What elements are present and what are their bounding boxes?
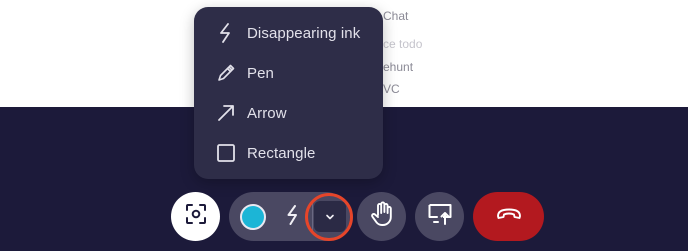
drawing-tool-group [229,192,350,241]
background-text-todo: ce todo [383,37,423,51]
pen-icon [216,63,236,83]
share-screen-button[interactable] [415,192,464,241]
menu-item-label: Rectangle [247,144,316,162]
menu-item-label: Disappearing ink [247,24,361,42]
background-text-chat: Chat [383,9,409,23]
focus-frame-icon [185,203,207,230]
phone-hangup-icon [496,207,522,226]
screen-share-icon [427,202,453,231]
background-text-hunt: ehunt [383,60,414,74]
hand-icon [370,201,394,232]
raise-hand-button[interactable] [357,192,406,241]
color-picker-button[interactable] [240,204,266,230]
menu-item-label: Arrow [247,104,287,122]
arrow-icon [216,103,236,123]
rectangle-icon [216,143,236,163]
menu-item-rectangle[interactable]: Rectangle [194,133,383,173]
chevron-down-icon [325,208,335,226]
background-text-vc: VC [383,82,400,96]
menu-item-label: Pen [247,64,274,82]
menu-item-pen[interactable]: Pen [194,53,383,93]
stage: Chat ce todo ehunt VC Disappearing ink P… [0,0,688,251]
drawing-tool-button[interactable] [280,204,306,230]
end-call-button[interactable] [473,192,544,241]
menu-item-disappearing-ink[interactable]: Disappearing ink [194,13,383,53]
menu-item-arrow[interactable]: Arrow [194,93,383,133]
drawing-tool-menu: Disappearing ink Pen Arrow Rectangle [194,7,383,179]
bolt-icon [216,23,236,43]
tool-divider [312,202,313,231]
tool-dropdown-button[interactable] [314,201,346,232]
focus-button[interactable] [171,192,220,241]
bolt-icon [285,204,301,230]
